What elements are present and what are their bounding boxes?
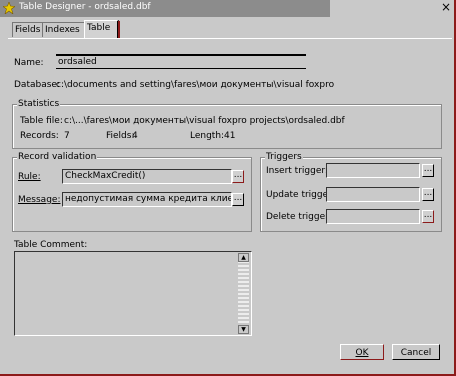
statistics-group: Statistics [12, 99, 442, 149]
length-value: 41 [224, 131, 236, 141]
update-trigger-input[interactable] [326, 187, 420, 202]
cancel-button[interactable]: Cancel [392, 344, 440, 360]
tab-indexes[interactable]: Indexes [42, 22, 88, 37]
rule-label: Rule: [18, 172, 41, 182]
delete-trigger-label: Delete trigger: [266, 212, 332, 222]
tab-table[interactable]: Table [84, 20, 120, 38]
ok-button[interactable]: OK [340, 344, 384, 360]
update-trigger-label: Update trigger: [266, 190, 335, 200]
record-validation-title: Record validation [17, 152, 98, 162]
table-file-path: c:\...\fares\мои документы\visual foxpro… [64, 116, 345, 126]
fields-value: 4 [132, 131, 138, 141]
close-button[interactable]: × [440, 1, 452, 14]
tab-table-label: Table [87, 23, 111, 33]
message-builder-button[interactable]: ... [232, 193, 244, 206]
database-label: Database: [14, 80, 60, 90]
table-file-label: Table file: [20, 116, 63, 126]
table-name-field[interactable]: ordsaled [56, 54, 306, 69]
message-label: Message: [18, 195, 61, 205]
delete-trigger-input[interactable] [326, 209, 420, 224]
ok-label: OK [355, 348, 369, 358]
tab-fields-label: Fields [15, 25, 41, 35]
visual-foxpro-logo-icon [3, 2, 15, 14]
arrow-down-icon[interactable]: ▼ [238, 325, 249, 334]
cancel-label: Cancel [400, 348, 432, 358]
update-trigger-builder-button[interactable]: ... [422, 188, 434, 201]
insert-trigger-label: Insert trigger: [266, 166, 328, 176]
triggers-title: Triggers [265, 152, 303, 162]
records-value: 7 [64, 131, 70, 141]
delete-trigger-builder-button[interactable]: ... [422, 210, 434, 223]
rule-builder-button[interactable]: ... [232, 170, 244, 183]
name-label: Name: [14, 58, 44, 68]
fields-label: Fields: [106, 131, 135, 141]
insert-trigger-input[interactable] [326, 163, 420, 178]
tab-indexes-label: Indexes [45, 25, 80, 35]
table-comment-textarea[interactable]: ▲ ▼ [14, 251, 252, 336]
rule-input[interactable]: CheckMaxCredit() [62, 169, 232, 184]
window-title: Table Designer - ordsaled.dbf [19, 2, 151, 12]
insert-trigger-builder-button[interactable]: ... [422, 164, 434, 177]
statistics-title: Statistics [17, 99, 61, 109]
tab-fields[interactable]: Fields [12, 22, 44, 37]
scrollbar-track[interactable] [238, 262, 249, 325]
database-path: c:\documents and setting\fares\мои докум… [56, 80, 335, 90]
table-comment-label: Table Comment: [14, 240, 88, 250]
length-label: Length: [190, 131, 225, 141]
message-input[interactable]: недопустимая сумма кредита клиента [62, 192, 232, 207]
title-bar: Table Designer - ordsaled.dbf [0, 0, 330, 17]
comment-scrollbar[interactable]: ▲ ▼ [238, 253, 250, 334]
records-label: Records: [20, 131, 59, 141]
arrow-up-icon[interactable]: ▲ [238, 253, 249, 262]
table-designer-window: Table Designer - ordsaled.dbf × Fields I… [0, 0, 456, 376]
